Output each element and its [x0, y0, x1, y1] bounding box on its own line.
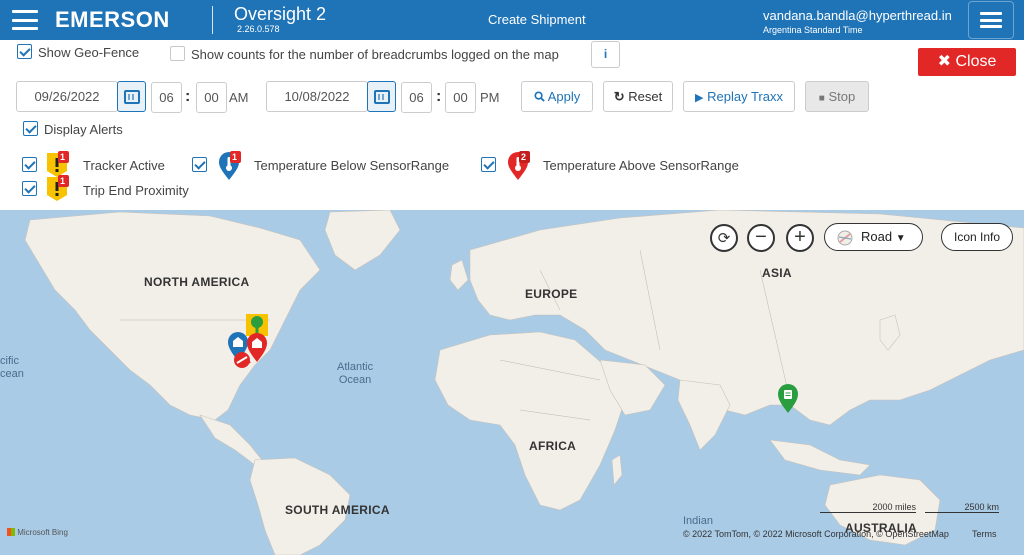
microsoft-logo-icon [7, 528, 15, 536]
main-menu-icon[interactable] [12, 8, 38, 32]
end-minute-input[interactable]: 00 [445, 82, 476, 113]
temp-below-checkbox[interactable] [192, 157, 207, 172]
label-asia: ASIA [762, 266, 792, 280]
temp-below-count: 1 [232, 152, 238, 162]
page-title: Create Shipment [488, 12, 586, 27]
show-counts-label: Show counts for the number of breadcrumb… [191, 47, 559, 62]
calendar-icon [374, 90, 390, 104]
temp-above-count: 2 [521, 152, 527, 162]
temp-above-checkbox[interactable] [481, 157, 496, 172]
stop-button[interactable]: ■ Stop [805, 81, 869, 112]
map-canvas[interactable]: NORTH AMERICA EUROPE ASIA AFRICA SOUTH A… [0, 210, 1024, 555]
temp-above-icon [508, 151, 530, 180]
show-geofence-label: Show Geo-Fence [38, 45, 140, 60]
temp-below-label: Temperature Below SensorRange [254, 158, 450, 173]
reset-label: Reset [628, 89, 663, 104]
label-pacific: cific cean [0, 355, 24, 380]
start-date-input[interactable]: 09/26/2022 [16, 81, 118, 112]
end-ampm[interactable]: PM [480, 90, 500, 105]
apply-button[interactable]: Apply [521, 81, 593, 112]
search-icon [534, 91, 545, 102]
start-calendar-button[interactable] [117, 81, 146, 112]
end-hour-input[interactable]: 06 [401, 82, 432, 113]
trip-end-checkbox[interactable] [22, 181, 37, 196]
route-end-marker[interactable] [232, 350, 254, 370]
end-date-input[interactable]: 10/08/2022 [266, 81, 368, 112]
calendar-icon [124, 90, 140, 104]
user-timezone: Argentina Standard Time [763, 25, 863, 35]
temp-below-icon [219, 151, 241, 180]
label-europe: EUROPE [525, 287, 578, 301]
caret-down-icon: ▼ [895, 233, 906, 244]
apply-label: Apply [547, 89, 581, 104]
app-name: Oversight 2 [234, 4, 327, 24]
app-header: EMERSON Oversight 2 2.26.0.578 Create Sh… [0, 0, 1024, 40]
trip-end-label: Trip End Proximity [83, 183, 189, 198]
time-colon: : [185, 88, 191, 105]
road-style-icon [837, 230, 853, 246]
map-style-dropdown[interactable]: Road ▼ [824, 223, 923, 251]
label-africa: AFRICA [529, 439, 577, 453]
rotate-icon: ⟳ [717, 230, 731, 247]
end-calendar-button[interactable] [367, 81, 396, 112]
tracker-active-checkbox[interactable] [22, 157, 37, 172]
label-north-america: NORTH AMERICA [144, 275, 250, 289]
start-ampm[interactable]: AM [229, 90, 249, 105]
label-atlantic: Atlantic Ocean [337, 361, 374, 386]
bing-attribution: Microsoft Bing [7, 528, 68, 537]
time-colon: : [436, 88, 442, 105]
tracker-location-marker[interactable] [776, 382, 802, 414]
tracker-active-count: 1 [60, 152, 66, 162]
replay-traxx-button[interactable]: ▶ Replay Traxx [683, 81, 795, 112]
minus-icon: − [755, 226, 767, 248]
close-icon: ✖ [937, 53, 956, 70]
scale-miles: 2000 miles [820, 502, 916, 513]
display-alerts-checkbox[interactable] [23, 121, 38, 136]
plus-icon: + [794, 226, 806, 248]
close-button[interactable]: ✖ Close [918, 48, 1016, 76]
scale-km: 2500 km [925, 502, 999, 513]
user-email[interactable]: vandana.bandla@hyperthread.in [763, 8, 952, 23]
temp-above-label: Temperature Above SensorRange [543, 158, 739, 173]
label-indian: Indian [683, 515, 713, 527]
play-icon: ▶ [695, 92, 704, 104]
label-south-america: SOUTH AMERICA [285, 503, 390, 517]
replay-label: Replay Traxx [707, 89, 783, 104]
rotate-map-button[interactable]: ⟳ [710, 224, 738, 252]
info-button[interactable]: i [591, 41, 620, 68]
stop-icon: ■ [818, 93, 825, 104]
stop-label: Stop [828, 89, 856, 104]
map-style-label: Road [861, 229, 893, 244]
trip-end-icon [47, 175, 69, 201]
side-menu-icon[interactable] [968, 1, 1014, 39]
show-geofence-checkbox[interactable] [17, 44, 32, 59]
trip-end-count: 1 [60, 176, 66, 186]
emerson-logo: EMERSON [55, 7, 170, 32]
logo-divider [212, 6, 213, 34]
start-hour-input[interactable]: 06 [151, 82, 182, 113]
display-alerts-label: Display Alerts [44, 122, 123, 137]
app-version: 2.26.0.578 [237, 24, 280, 34]
show-counts-checkbox[interactable] [170, 46, 185, 61]
refresh-icon: ↻ [613, 89, 625, 104]
close-label: Close [955, 53, 997, 70]
zoom-out-button[interactable]: − [747, 224, 775, 252]
reset-button[interactable]: ↻ Reset [603, 81, 673, 112]
icon-info-button[interactable]: Icon Info [941, 223, 1013, 251]
map-copyright: © 2022 TomTom, © 2022 Microsoft Corporat… [683, 529, 949, 539]
start-minute-input[interactable]: 00 [196, 82, 227, 113]
zoom-in-button[interactable]: + [786, 224, 814, 252]
map-terms-link[interactable]: Terms [972, 529, 997, 539]
tracker-active-label: Tracker Active [83, 158, 165, 173]
